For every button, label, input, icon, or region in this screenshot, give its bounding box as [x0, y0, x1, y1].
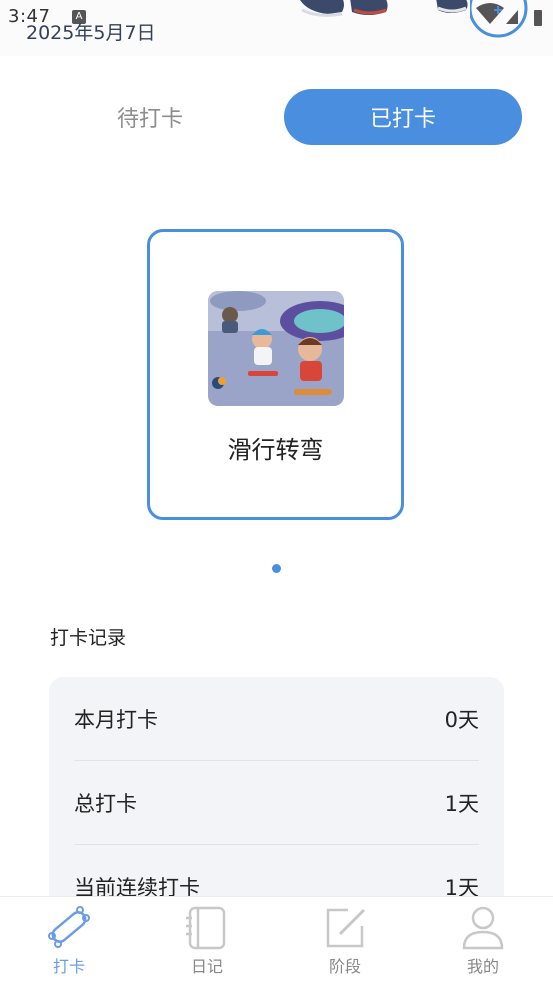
- tab-pending[interactable]: 待打卡: [32, 89, 268, 145]
- nav-profile[interactable]: 我的: [414, 897, 552, 984]
- tab-done[interactable]: 已打卡: [284, 89, 522, 145]
- nav-label: 我的: [466, 957, 499, 976]
- header: 3:47 A 2025年5月7日: [0, 0, 553, 56]
- nav-stage[interactable]: 阶段: [276, 897, 414, 984]
- bottom-nav: 打卡 日记 阶段 我的: [0, 896, 553, 984]
- record-value: 0天: [444, 707, 479, 732]
- skill-title: 滑行转弯: [227, 436, 324, 464]
- record-row: 总打卡 1天: [74, 761, 479, 845]
- user-icon: [462, 906, 504, 950]
- record-label: 总打卡: [74, 791, 137, 816]
- signal-icon: [506, 10, 518, 24]
- records-title: 打卡记录: [50, 627, 127, 649]
- edit-icon: [326, 908, 366, 948]
- record-row: 本月打卡 0天: [74, 677, 479, 761]
- record-value: 1天: [444, 791, 479, 816]
- checkin-tabs: 待打卡 已打卡: [32, 89, 522, 145]
- skill-image: [208, 291, 344, 406]
- battery-icon: [534, 10, 542, 26]
- nav-label: 打卡: [52, 957, 85, 976]
- notebook-icon: [186, 906, 226, 950]
- date-label: 2025年5月7日: [26, 22, 156, 44]
- shoe-illustration: [300, 0, 388, 17]
- nav-label: 阶段: [328, 957, 361, 976]
- nav-checkin[interactable]: 打卡: [0, 897, 138, 984]
- record-label: 本月打卡: [74, 707, 158, 732]
- wifi-icon: [476, 3, 504, 24]
- nav-label: 日记: [190, 957, 223, 976]
- pager-dot: [272, 564, 281, 573]
- skill-card[interactable]: 滑行转弯: [147, 229, 404, 520]
- nav-diary[interactable]: 日记: [138, 897, 276, 984]
- skateboard-icon: [48, 906, 90, 948]
- status-icons: [470, 0, 542, 38]
